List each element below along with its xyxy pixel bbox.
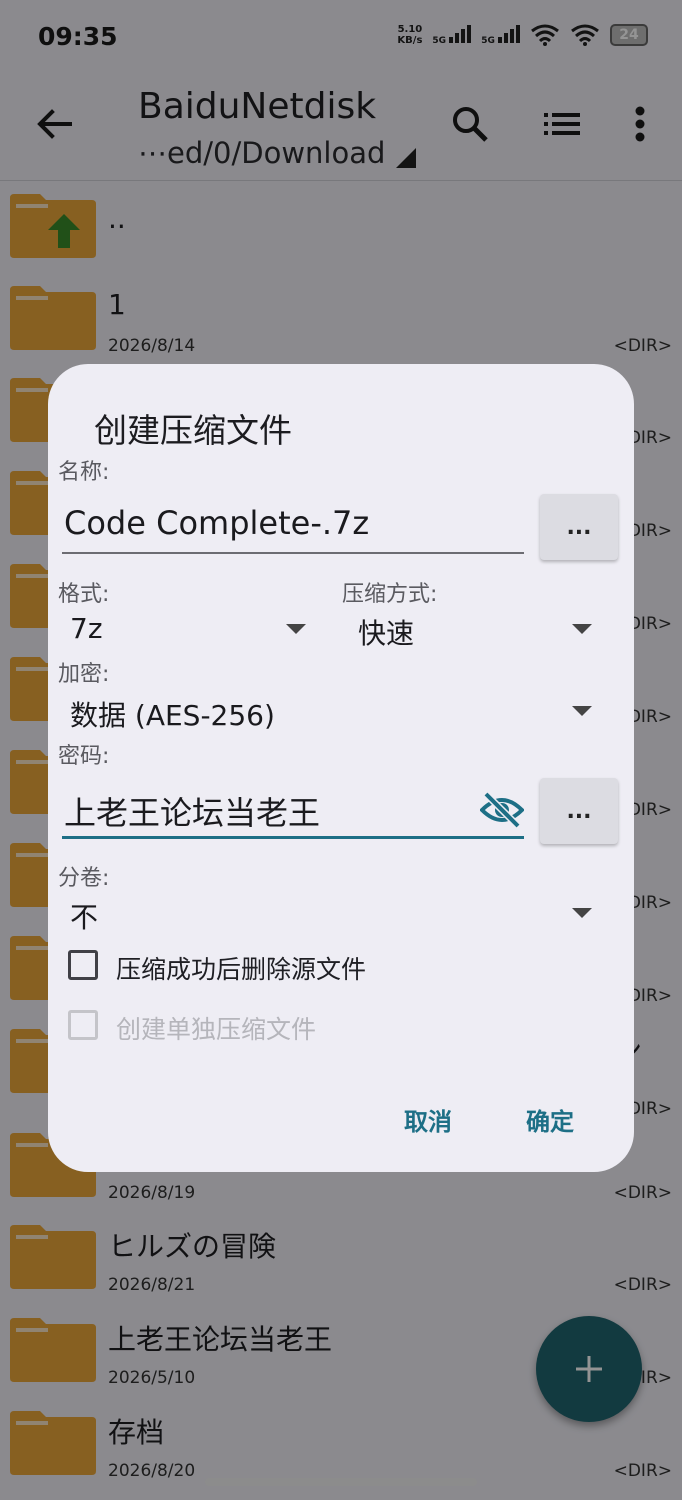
format-value: 7z	[70, 612, 103, 645]
encrypt-dropdown-icon	[572, 706, 592, 716]
dialog-title: 创建压缩文件	[94, 411, 292, 450]
archive-name-field[interactable]: Code Complete-.7z	[62, 494, 524, 554]
encrypt-value: 数据 (AES-256)	[70, 699, 275, 732]
archive-name-value: Code Complete-.7z	[64, 504, 370, 542]
browse-name-button[interactable]: ...	[540, 494, 618, 560]
password-options-button[interactable]: ...	[540, 778, 618, 844]
encrypt-label: 加密:	[58, 662, 110, 687]
password-field[interactable]: 上老王论坛当老王	[62, 778, 524, 839]
delete-source-checkbox[interactable]	[68, 950, 98, 980]
method-dropdown-icon	[572, 624, 592, 634]
split-label: 分卷:	[58, 866, 110, 891]
visibility-off-icon[interactable]	[480, 792, 524, 828]
method-value: 快速	[358, 617, 415, 650]
delete-source-label[interactable]: 压缩成功后删除源文件	[116, 950, 366, 986]
split-value: 不	[70, 901, 99, 934]
password-label: 密码:	[58, 744, 110, 769]
separate-archive-checkbox	[68, 1010, 98, 1040]
split-dropdown-icon	[572, 908, 592, 918]
cancel-button[interactable]: 取消	[404, 1102, 452, 1137]
home-indicator[interactable]	[205, 1478, 477, 1486]
format-dropdown-icon	[286, 624, 306, 634]
password-value: 上老王论坛当老王	[64, 794, 321, 832]
method-label: 压缩方式:	[342, 582, 438, 607]
name-label: 名称:	[58, 460, 110, 485]
format-label: 格式:	[58, 582, 110, 607]
create-archive-dialog: 创建压缩文件 名称: Code Complete-.7z ... 格式: 压缩方…	[48, 364, 634, 1172]
ok-button[interactable]: 确定	[526, 1102, 574, 1137]
separate-archive-label: 创建单独压缩文件	[116, 1015, 317, 1044]
